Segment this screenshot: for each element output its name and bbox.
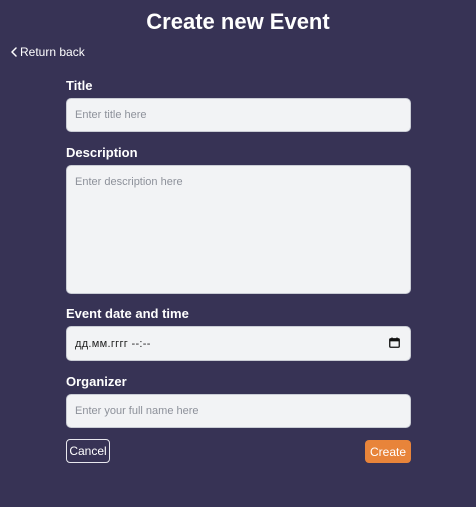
- title-label: Title: [66, 78, 93, 93]
- create-button[interactable]: Create: [365, 440, 411, 463]
- datetime-value: дд.мм.гггг --:--: [75, 337, 151, 350]
- title-input[interactable]: [66, 98, 411, 132]
- description-textarea[interactable]: [66, 165, 411, 294]
- organizer-input[interactable]: [66, 394, 411, 428]
- cancel-button[interactable]: Cancel: [66, 439, 110, 463]
- return-back-link[interactable]: Return back: [11, 45, 85, 59]
- description-label: Description: [66, 145, 138, 160]
- organizer-label: Organizer: [66, 374, 127, 389]
- chevron-left-icon: [11, 47, 17, 57]
- datetime-input[interactable]: дд.мм.гггг --:--: [66, 326, 411, 361]
- calendar-icon[interactable]: [389, 337, 400, 351]
- datetime-label: Event date and time: [66, 306, 189, 321]
- return-back-label: Return back: [20, 45, 85, 59]
- page-title: Create new Event: [146, 9, 330, 34]
- create-event-page: Create new Event Return back Title Descr…: [0, 0, 476, 507]
